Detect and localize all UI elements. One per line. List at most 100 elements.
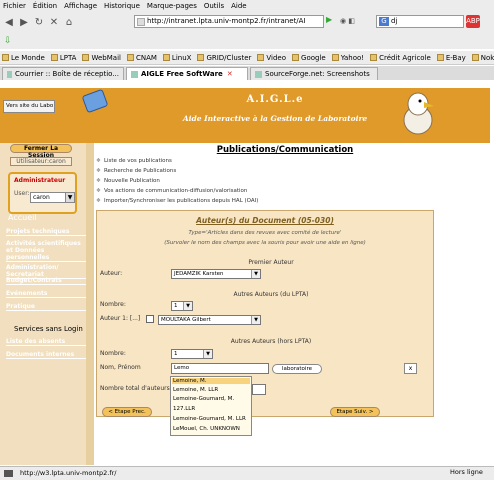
menu-bookmarks[interactable]: Marque-pages — [147, 2, 197, 10]
status-bar: http://w3.lpta.univ-montp2.fr/ — [0, 466, 494, 480]
author1-checkbox[interactable] — [146, 315, 154, 323]
bookmark-grid[interactable]: GRID/Cluster — [197, 54, 251, 62]
url-bar[interactable]: http://intranet.lpta.univ-montp2.fr/intr… — [134, 15, 324, 28]
bookmark-video[interactable]: Video — [257, 54, 286, 62]
tab-aigle[interactable]: AIGLE Free SoftWare ✕ — [126, 67, 248, 80]
sidebar-item-absents[interactable]: Liste des absents — [6, 338, 86, 346]
lpta-count-value: 1 — [174, 303, 178, 309]
chevron-down-icon: ▼ — [251, 270, 260, 278]
previous-step-button[interactable]: < Etape Prec. — [102, 407, 152, 417]
user-select[interactable]: caron ▼ — [30, 192, 75, 203]
menu-view[interactable]: Affichage — [64, 2, 97, 10]
total-authors-input[interactable] — [252, 384, 266, 395]
tab-sourceforge[interactable]: SourceForge.net: Screenshots — [250, 67, 378, 80]
page-title: Publications/Communication — [216, 145, 354, 155]
lpta-authors-heading: Autres Auteurs (du LPTA) — [233, 291, 309, 298]
clear-button[interactable]: x — [404, 363, 417, 374]
folder-icon — [197, 54, 205, 61]
close-tab-icon[interactable]: ✕ — [227, 70, 233, 78]
sidebar-item-documents[interactable]: Documents internes — [6, 351, 86, 359]
bookmark-linux[interactable]: LinuX — [162, 54, 191, 62]
bookmark-credit-agricole[interactable]: Crédit Agricole — [370, 54, 431, 62]
sidebar-item-pratique[interactable]: Pratique — [6, 303, 86, 311]
menu-help[interactable]: Aide — [231, 2, 246, 10]
bookmark-ebay[interactable]: E-Bay — [436, 54, 466, 62]
suggestion-item[interactable]: Lemoine, M. — [172, 378, 250, 384]
lab-site-link[interactable]: Vers site du Labo — [3, 100, 55, 113]
suggestion-item[interactable]: Lemoine-Goumard, M. LLR — [173, 416, 246, 422]
menu-edit[interactable]: Édition — [33, 2, 57, 10]
services-heading: Services sans Login — [14, 325, 83, 333]
reload-icon[interactable]: ↻ — [32, 15, 46, 29]
google-icon: G — [379, 17, 389, 26]
home-icon[interactable]: ⌂ — [62, 15, 76, 29]
bookmark-lpta[interactable]: LPTA — [50, 54, 76, 62]
folder-icon — [436, 54, 444, 61]
back-icon[interactable]: ◀ — [2, 15, 16, 29]
count-label-2: Nombre: — [100, 350, 126, 357]
first-author-value: JEDAMZIK Karsten — [174, 271, 224, 277]
tab-courrier[interactable]: Courrier :: Boîte de réceptio... — [2, 67, 124, 80]
bookmark-yahoo[interactable]: Yahoo! — [331, 54, 364, 62]
offline-status: Hors ligne — [450, 468, 483, 476]
sidebar-accueil[interactable]: Accueil — [8, 213, 37, 222]
form-title: Auteur(s) du Document (05-030) — [196, 216, 334, 225]
sidebar-edge — [86, 143, 94, 465]
menu-bar: Fichier Édition Affichage Historique Mar… — [0, 0, 494, 12]
bullet-icon: ❖ — [96, 178, 101, 184]
bookmarks-bar: Le Monde LPTA WebMail CNAM LinuX GRID/Cl… — [0, 51, 494, 65]
site-title: A.I.G.L.e — [246, 94, 304, 105]
sidebar-item-budget[interactable]: Budget/Contrats — [6, 277, 86, 285]
sidebar-item-evenements[interactable]: Evénements — [6, 290, 86, 298]
folder-icon — [162, 54, 170, 61]
next-step-button[interactable]: Etape Suiv. > — [330, 407, 380, 417]
sidebar-item-projets[interactable]: Projets techniques — [6, 228, 86, 236]
first-author-heading: Premier Auteur — [248, 259, 294, 266]
name-input[interactable]: Lemo — [171, 363, 269, 374]
pub-link-actions[interactable]: ❖ Vos actions de communication-diffusion/… — [96, 188, 247, 194]
lpta-count-select[interactable]: 1 ▼ — [171, 301, 193, 311]
chevron-down-icon: ▼ — [251, 316, 260, 324]
mail-icon — [7, 70, 13, 78]
bookmark-nokia[interactable]: Nokia — [471, 54, 494, 62]
folder-icon — [257, 54, 265, 61]
suggestion-item[interactable]: 127.LLR — [173, 406, 195, 412]
close-session-button[interactable]: Fermer La Session — [10, 144, 72, 159]
tab-bar: Courrier :: Boîte de réceptio... AIGLE F… — [0, 66, 494, 80]
menu-tools[interactable]: Outils — [204, 2, 224, 10]
stop-icon[interactable]: ✕ — [47, 15, 61, 29]
bookmark-google[interactable]: Google — [292, 54, 326, 62]
user-label: User: — [14, 190, 30, 197]
forward-icon[interactable]: ▶ — [17, 15, 31, 29]
download-icon[interactable]: ⇩ — [4, 36, 12, 46]
menu-file[interactable]: Fichier — [3, 2, 26, 10]
bullet-icon: ❖ — [96, 188, 101, 194]
user-button[interactable]: Utilisateur:caron — [10, 157, 72, 166]
count-label: Nombre: — [100, 301, 126, 308]
search-input[interactable]: Gdj — [376, 15, 464, 28]
bookmark-webmail[interactable]: WebMail — [82, 54, 121, 62]
external-count-select[interactable]: 1 ▼ — [171, 349, 213, 359]
chevron-down-icon: ▼ — [183, 302, 192, 310]
folder-icon — [126, 54, 134, 61]
pub-link-search[interactable]: ❖ Recherche de Publications — [96, 168, 176, 174]
pub-link-list[interactable]: ❖ Liste de vos publications — [96, 158, 172, 164]
bullet-icon: ❖ — [96, 168, 101, 174]
bookmark-le-monde[interactable]: Le Monde — [2, 54, 45, 62]
sidebar-item-activites[interactable]: Activités scientifiques et Données perso… — [6, 240, 86, 262]
autocomplete-list: Lemoine, M. Lemoine, M. LLR Lemoine-Goum… — [170, 376, 252, 436]
menu-history[interactable]: Historique — [104, 2, 140, 10]
suggestion-item[interactable]: Lemoine, M. LLR — [173, 387, 218, 393]
suggestion-item[interactable]: Lemoine-Goumard, M. — [173, 396, 234, 402]
first-author-select[interactable]: JEDAMZIK Karsten ▼ — [171, 269, 261, 279]
pub-link-new[interactable]: ❖ Nouvelle Publication — [96, 178, 160, 184]
url-text: http://intranet.lpta.univ-montp2.fr/intr… — [147, 17, 306, 25]
laboratory-button[interactable]: laboratoire — [272, 364, 322, 374]
suggestion-item[interactable]: LeMouel, Ch. UNKNOWN — [173, 426, 240, 432]
bookmark-cnam[interactable]: CNAM — [126, 54, 157, 62]
go-icon[interactable]: ▶ — [326, 15, 338, 28]
adblock-icon[interactable]: ABP — [466, 15, 480, 28]
pub-link-import[interactable]: ❖ Importer/Synchroniser les publications … — [96, 198, 258, 204]
author1-select[interactable]: MOULTAKA Gilbert ▼ — [158, 315, 261, 325]
bookmark-icon — [331, 54, 339, 61]
